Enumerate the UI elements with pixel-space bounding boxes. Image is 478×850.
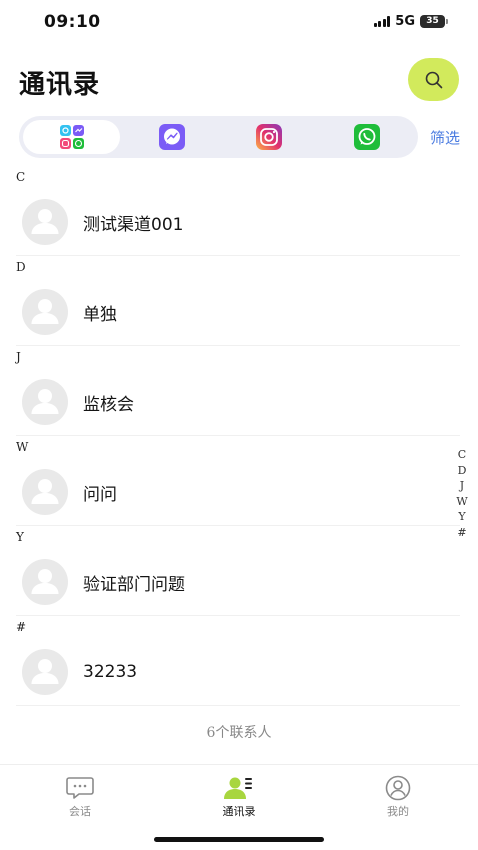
index-letter-c[interactable]: C (458, 447, 466, 463)
alphabet-index: C D J W Y # (455, 447, 469, 540)
contact-row[interactable]: 单独 (16, 279, 460, 346)
search-icon (425, 71, 442, 88)
contact-row[interactable]: 测试渠道001 (16, 189, 460, 256)
contact-row[interactable]: 问问 (16, 459, 460, 526)
contact-name: 32233 (83, 662, 138, 682)
battery-icon: 35 (420, 15, 448, 28)
index-letter-y[interactable]: Y (458, 509, 465, 525)
contact-name: 问问 (83, 484, 117, 505)
profile-icon (385, 775, 411, 801)
contact-name: 单独 (83, 304, 117, 325)
section-letter: # (16, 620, 27, 634)
whatsapp-icon (354, 124, 380, 150)
messenger-icon (159, 124, 185, 150)
section-letter: C (16, 170, 26, 184)
filter-button[interactable]: 筛选 (430, 127, 460, 148)
contact-name: 验证部门问题 (83, 574, 185, 595)
tab-chat[interactable]: 会话 (35, 775, 125, 819)
tab-me[interactable]: 我的 (353, 775, 443, 819)
status-indicators: 5G 35 (373, 14, 448, 29)
status-bar: 09:10 5G 35 (0, 0, 478, 44)
avatar-placeholder-icon (22, 379, 68, 425)
contact-section: J 监核会 (0, 346, 478, 436)
contact-section: C 测试渠道001 (0, 166, 478, 256)
contact-section: # 32233 (0, 616, 478, 706)
channel-tab-messenger[interactable] (137, 120, 207, 154)
contact-list: C 测试渠道001 D 单独 J 监核会 W 问问 Y 验证部门问题 # 322… (0, 166, 478, 706)
index-letter-hash[interactable]: # (457, 525, 466, 541)
status-time: 09:10 (44, 12, 101, 32)
channel-tab-whatsapp[interactable] (332, 120, 402, 154)
contact-row[interactable]: 32233 (16, 639, 460, 706)
avatar-placeholder-icon (22, 289, 68, 335)
tab-contacts[interactable]: 通讯录 (194, 775, 284, 819)
chat-bubble-icon (66, 777, 94, 799)
contact-row[interactable]: 监核会 (16, 369, 460, 436)
index-letter-d[interactable]: D (458, 463, 467, 479)
home-indicator[interactable] (154, 837, 324, 842)
index-letter-j[interactable]: J (460, 478, 464, 494)
avatar-placeholder-icon (22, 199, 68, 245)
contact-section: W 问问 (0, 436, 478, 526)
section-letter: J (16, 350, 21, 364)
tab-contacts-label: 通讯录 (222, 805, 256, 818)
network-label: 5G (395, 14, 415, 29)
instagram-icon (256, 124, 282, 150)
index-letter-w[interactable]: W (456, 494, 467, 510)
section-letter: D (16, 260, 26, 274)
channel-filter-bar (19, 116, 418, 158)
page-title: 通讯录 (19, 70, 101, 100)
contact-section: D 单独 (0, 256, 478, 346)
battery-level: 35 (420, 15, 445, 28)
contact-name: 监核会 (83, 394, 134, 415)
signal-icon (373, 16, 391, 27)
tab-me-label: 我的 (387, 805, 409, 818)
contacts-person-icon (224, 777, 252, 799)
contact-name: 测试渠道001 (83, 214, 184, 235)
avatar-placeholder-icon (22, 469, 68, 515)
channel-tab-instagram[interactable] (234, 120, 304, 154)
avatar-placeholder-icon (22, 649, 68, 695)
contact-section: Y 验证部门问题 (0, 526, 478, 616)
search-button[interactable] (408, 58, 459, 101)
contact-count: 6个联系人 (206, 725, 272, 741)
tab-chat-label: 会话 (69, 805, 91, 818)
section-letter: Y (16, 530, 24, 544)
channel-tab-all[interactable] (23, 120, 120, 154)
all-channels-grid-icon (59, 125, 84, 149)
avatar-placeholder-icon (22, 559, 68, 605)
section-letter: W (16, 440, 29, 454)
contact-row[interactable]: 验证部门问题 (16, 549, 460, 616)
